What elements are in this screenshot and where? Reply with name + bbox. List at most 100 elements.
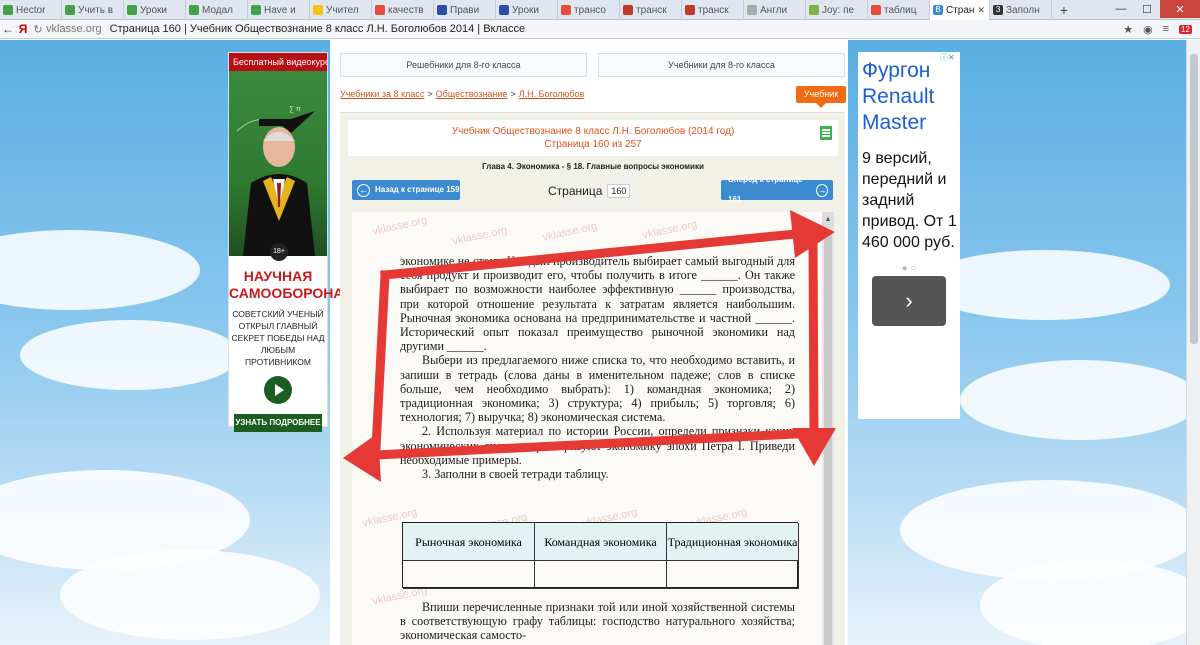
ad-right-close-icon[interactable]: ⓘ✕ bbox=[940, 52, 955, 63]
minimize-icon[interactable]: — bbox=[1108, 0, 1134, 18]
url-page-title[interactable]: Страница 160 | Учебник Обществознание 8 … bbox=[110, 23, 526, 35]
ad-right[interactable]: Фургон Renault Master 9 версий, передний… bbox=[858, 52, 960, 419]
close-window-icon[interactable]: ✕ bbox=[1160, 0, 1200, 18]
page-scrollbar-thumb[interactable] bbox=[1190, 54, 1198, 344]
tab-favicon-icon bbox=[65, 5, 75, 15]
ad-photo[interactable]: ∑ π ⓘ✕ bbox=[229, 71, 327, 256]
url-domain[interactable]: vklasse.org bbox=[46, 23, 102, 35]
browser-tab-active[interactable]: В Стран ✕ bbox=[930, 0, 990, 20]
table-header-cell: Традиционная экономика bbox=[667, 523, 799, 561]
table-cell bbox=[535, 561, 667, 589]
book-text-bottom: Впиши перечисленные признаки той или ино… bbox=[400, 600, 795, 643]
breadcrumb-link-grade[interactable]: Учебники за 8 класс bbox=[340, 89, 424, 99]
watermark: vklasse.org bbox=[371, 214, 429, 238]
tab-favicon-icon bbox=[251, 5, 261, 15]
ad-left-text[interactable]: СОВЕТСКИЙ УЧЕНЫЙ ОТКРЫЛ ГЛАВНЫЙ СЕКРЕТ П… bbox=[229, 308, 327, 368]
breadcrumb: Учебники за 8 класс > Обществознание > Л.Н. … bbox=[340, 89, 585, 99]
browser-tab[interactable]: Англи bbox=[744, 0, 806, 20]
browser-tab-label: транск bbox=[698, 4, 729, 16]
play-icon[interactable] bbox=[264, 376, 292, 404]
browser-tab[interactable]: Учител bbox=[310, 0, 372, 20]
close-tab-icon[interactable]: ✕ bbox=[977, 5, 985, 16]
ad-right-text[interactable]: 9 версий, передний и задний привод. От 1… bbox=[858, 136, 960, 253]
tab-favicon-icon bbox=[809, 5, 819, 15]
browser-tab[interactable]: Уроки bbox=[124, 0, 186, 20]
browser-tab-label: трансо bbox=[574, 4, 606, 16]
tab-favicon-icon bbox=[375, 5, 385, 15]
uchebniki-button[interactable]: Учебники для 8-го класса bbox=[598, 53, 845, 77]
scan-scrollbar[interactable] bbox=[822, 228, 834, 645]
browser-tab[interactable]: З Заполн bbox=[990, 0, 1052, 20]
browser-tab[interactable]: транск bbox=[620, 0, 682, 20]
tab-favicon-icon bbox=[437, 5, 447, 15]
browser-tab[interactable]: качеств bbox=[372, 0, 434, 20]
back-arrow-icon[interactable]: ← bbox=[0, 22, 16, 36]
browser-tab[interactable]: таблиц bbox=[868, 0, 930, 20]
page-selector[interactable]: Страница 160 bbox=[548, 181, 640, 200]
browser-tab-label: Have и bbox=[264, 4, 296, 16]
scanned-page[interactable]: vklasse.org vklasse.org vklasse.org vkla… bbox=[352, 212, 834, 645]
prev-page-button[interactable]: ← Назад к странице 159 bbox=[352, 180, 460, 200]
browser-tab-label: Уроки bbox=[512, 4, 539, 16]
browser-tab-bar: Hector Учить в Уроки Модал Have и Учител качес… bbox=[0, 0, 1200, 20]
yandex-logo-icon[interactable]: Я bbox=[16, 22, 30, 36]
tab-favicon-icon bbox=[189, 5, 199, 15]
arrow-right-icon: → bbox=[815, 183, 828, 197]
reload-icon[interactable]: ↻ bbox=[30, 23, 46, 36]
browser-tab[interactable]: Модал bbox=[186, 0, 248, 20]
page-number-input[interactable]: 160 bbox=[607, 183, 631, 198]
ad-left-title[interactable]: Бесплатный видеокурс bbox=[229, 53, 327, 71]
page-scrollbar[interactable] bbox=[1186, 40, 1200, 645]
extension-icon[interactable]: ◉ bbox=[1143, 23, 1153, 36]
new-tab-button[interactable]: + bbox=[1052, 0, 1076, 20]
ad-left-cta-button[interactable]: УЗНАТЬ ПОДРОБНЕЕ bbox=[234, 414, 322, 432]
browser-tab-label: Англи bbox=[760, 4, 788, 16]
maximize-icon[interactable]: ☐ bbox=[1134, 0, 1160, 18]
tab-favicon-icon bbox=[747, 5, 757, 15]
browser-tab[interactable]: транск bbox=[682, 0, 744, 20]
tab-favicon-icon bbox=[313, 5, 323, 15]
scan-scrollbar-thumb[interactable] bbox=[824, 230, 832, 645]
bookmark-star-icon[interactable]: ★ bbox=[1123, 23, 1133, 36]
browser-tab-label: таблиц bbox=[884, 4, 917, 16]
window-controls: — ☐ ✕ bbox=[1108, 0, 1200, 20]
scan-scroll-up-icon[interactable]: ▲ bbox=[822, 212, 834, 228]
book-paragraph-4: 3. Заполни в своей тетради таблицу. bbox=[422, 467, 609, 482]
menu-icon[interactable]: ≡ bbox=[1163, 23, 1169, 35]
browser-tab[interactable]: Hector bbox=[0, 0, 62, 20]
book-title: Учебник Обществознание 8 класс Л.Н. Бого… bbox=[451, 126, 735, 137]
browser-tab[interactable]: Уроки bbox=[496, 0, 558, 20]
page-counter: Страница 160 из 257 bbox=[544, 139, 642, 150]
book-paragraph-1: экономике не стоит. Каждый производитель… bbox=[400, 254, 795, 354]
tab-favicon-icon: В bbox=[933, 5, 943, 15]
browser-tab[interactable]: Joy: пе bbox=[806, 0, 868, 20]
book-paragraph-2: Выбери из предлагаемого ниже списка то, … bbox=[400, 353, 795, 425]
contents-list-icon[interactable] bbox=[820, 126, 832, 140]
ad-right-arrow-button[interactable]: › bbox=[872, 276, 946, 326]
browser-tab-label: Hector bbox=[16, 4, 46, 16]
ad-left-headline[interactable]: НАУЧНАЯ САМООБОРОНА bbox=[229, 268, 344, 302]
breadcrumb-link-author[interactable]: Л.Н. Боголюбов bbox=[519, 89, 585, 99]
notification-badge[interactable]: 12 bbox=[1179, 24, 1192, 34]
browser-tab-label: Прави bbox=[450, 4, 480, 16]
age-badge: 18+ bbox=[270, 243, 288, 261]
reshebniki-button[interactable]: Решебники для 8-го класса bbox=[340, 53, 587, 77]
table-cell bbox=[667, 561, 799, 589]
browser-tab-label: Учител bbox=[326, 4, 359, 16]
tab-favicon-icon bbox=[3, 5, 13, 15]
breadcrumb-link-subject[interactable]: Обществознание bbox=[436, 89, 508, 99]
ad-right-headline[interactable]: Фургон Renault Master bbox=[858, 52, 960, 136]
carousel-dots[interactable]: ● ○ bbox=[858, 263, 960, 274]
browser-tab[interactable]: Учить в bbox=[62, 0, 124, 20]
next-page-button[interactable]: Вперед к странице 161 → bbox=[721, 175, 833, 204]
address-bar: ← Я ↻ vklasse.org Страница 160 | Учебник… bbox=[0, 20, 1200, 39]
browser-tab[interactable]: Have и bbox=[248, 0, 310, 20]
browser-tab-label: Учить в bbox=[78, 4, 114, 16]
watermark: vklasse.org bbox=[541, 220, 599, 244]
ad-left[interactable]: Бесплатный видеокурс ∑ π ⓘ✕ 18+ НАУЧНАЯ … bbox=[228, 52, 344, 432]
browser-tab[interactable]: Прави bbox=[434, 0, 496, 20]
uchebnik-tag[interactable]: Учебник bbox=[796, 86, 846, 108]
tab-favicon-icon bbox=[561, 5, 571, 15]
browser-tab-label: транск bbox=[636, 4, 667, 16]
browser-tab[interactable]: трансо bbox=[558, 0, 620, 20]
